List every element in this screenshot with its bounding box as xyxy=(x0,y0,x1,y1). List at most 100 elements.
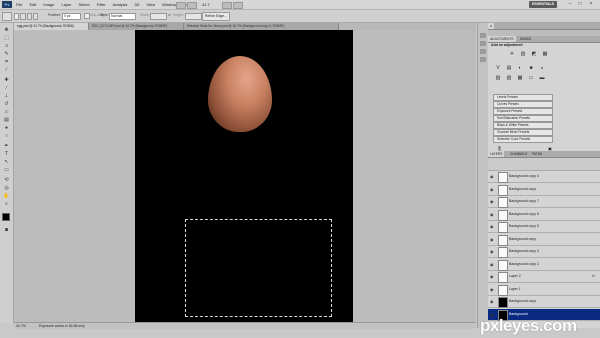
marquee-tool-icon[interactable]: ⬚ xyxy=(3,35,10,41)
workspace-switcher[interactable]: ESSENTIALS xyxy=(529,1,557,8)
visibility-eye-icon[interactable]: ◉ xyxy=(490,199,495,204)
adjustment-row3-1-icon[interactable]: ▧ xyxy=(505,75,513,82)
lasso-tool-icon[interactable]: ↄ xyxy=(3,43,10,49)
hand-tool-icon[interactable]: ✋ xyxy=(3,193,10,199)
adjustment-row3-3-icon[interactable]: ▭ xyxy=(527,75,535,82)
screen-mode-icon[interactable] xyxy=(233,2,243,9)
swap-icon[interactable]: ⇄ xyxy=(168,13,171,17)
new-selection-icon[interactable] xyxy=(14,13,20,20)
brush-tool-icon[interactable]: ∕ xyxy=(3,85,10,91)
minimize-icon[interactable]: – xyxy=(566,1,574,8)
menu-item-image[interactable]: Image xyxy=(43,0,54,9)
adjustment-row3-0-icon[interactable]: ▨ xyxy=(494,75,502,82)
preset-item[interactable]: Channel Mixer Presets xyxy=(493,129,553,136)
feather-input[interactable]: 0 px xyxy=(62,13,81,20)
healing-brush-tool-icon[interactable]: ✚ xyxy=(3,77,10,83)
history-panel-icon[interactable] xyxy=(480,33,486,38)
layer-row[interactable]: ◉ Background copy xyxy=(488,233,600,246)
3d-rotate-tool-icon[interactable]: ⟲ xyxy=(3,177,10,183)
pen-tool-icon[interactable]: ✒ xyxy=(3,143,10,149)
adjustment-row1-3-icon[interactable]: ▦ xyxy=(541,51,549,58)
restore-icon[interactable]: □ xyxy=(576,1,584,8)
tab-adjustments[interactable]: ADJUSTMENTS xyxy=(488,36,516,42)
adjustment-row3-2-icon[interactable]: ▩ xyxy=(516,75,524,82)
visibility-eye-icon[interactable]: ◉ xyxy=(490,187,495,192)
visibility-eye-icon[interactable]: ◉ xyxy=(490,212,495,217)
menu-item-file[interactable]: File xyxy=(16,0,22,9)
preset-item[interactable]: Exposure Presets xyxy=(493,108,553,115)
menu-item-window[interactable]: Window xyxy=(162,0,176,9)
tab-layers[interactable]: LAYERS xyxy=(488,151,505,157)
height-input[interactable] xyxy=(185,13,202,20)
layer-row[interactable]: ◉ Background copy 2 xyxy=(488,258,600,271)
menu-item-edit[interactable]: Edit xyxy=(29,0,36,9)
refine-edge-button[interactable]: Refine Edge... xyxy=(202,12,230,21)
layer-row[interactable]: ◉ Background copy 4 xyxy=(488,171,600,183)
tab-channels[interactable]: CHANNELS xyxy=(508,151,529,157)
layer-row[interactable]: ◉ Background copy 7 xyxy=(488,196,600,208)
3d-camera-tool-icon[interactable]: ◎ xyxy=(3,185,10,191)
visibility-eye-icon[interactable]: ◉ xyxy=(490,237,495,242)
rectangular-marquee-icon[interactable] xyxy=(2,12,12,21)
adjustment-row1-1-icon[interactable]: ▥ xyxy=(519,51,527,58)
layer-row[interactable]: ◉ Layer 1 xyxy=(488,283,600,296)
tab-effective-stars[interactable]: Effective Stars for Jeans.psd @ 16.7% (B… xyxy=(184,23,339,30)
zoom-field[interactable]: 41.7% xyxy=(16,323,26,329)
subtract-selection-icon[interactable] xyxy=(26,13,32,20)
marquee-selection[interactable] xyxy=(185,219,332,317)
history-brush-tool-icon[interactable]: ↺ xyxy=(3,101,10,107)
preset-item[interactable]: Black & White Presets xyxy=(493,122,553,129)
menu-item-3d[interactable]: 3D xyxy=(134,0,139,9)
adjustment-row2-3-icon[interactable]: ■ xyxy=(527,65,535,72)
adjustment-row1-0-icon[interactable]: ☀ xyxy=(508,51,516,58)
clone-stamp-tool-icon[interactable]: ⊥ xyxy=(3,93,10,99)
character-panel-icon[interactable] xyxy=(480,57,486,62)
adjustment-row3-4-icon[interactable]: ▬ xyxy=(538,75,546,82)
adjustment-row1-2-icon[interactable]: ◩ xyxy=(530,51,538,58)
layer-row[interactable]: ◉ Background copy 5 xyxy=(488,221,600,233)
tab-color[interactable]: ▪▪ xyxy=(488,23,495,29)
quick-mask-icon[interactable]: ◙ xyxy=(3,227,10,233)
visibility-eye-icon[interactable]: ◉ xyxy=(490,274,495,279)
add-selection-icon[interactable] xyxy=(20,13,26,20)
launch-bridge-icon[interactable] xyxy=(176,2,186,9)
layer-row[interactable]: ◉ Background copy 3 xyxy=(488,246,600,258)
menu-item-view[interactable]: View xyxy=(147,0,156,9)
visibility-eye-icon[interactable]: ◉ xyxy=(490,249,495,254)
eyedropper-tool-icon[interactable]: ⁄ xyxy=(3,67,10,73)
adjustment-row2-2-icon[interactable]: ◐ xyxy=(516,65,524,72)
intersect-selection-icon[interactable] xyxy=(32,13,38,20)
quick-select-tool-icon[interactable]: ✎ xyxy=(3,51,10,57)
type-tool-icon[interactable]: T xyxy=(3,151,10,157)
foreground-color-swatch[interactable] xyxy=(2,213,10,221)
layer-row[interactable]: ◉ Background copy xyxy=(488,183,600,196)
arrange-documents-icon[interactable] xyxy=(222,2,232,9)
layer-row[interactable]: ◉ Background copy xyxy=(488,296,600,308)
adjustment-row2-4-icon[interactable]: ◒ xyxy=(538,65,546,72)
brush-panel-icon[interactable] xyxy=(480,49,486,54)
layer-effects-icon[interactable]: fx xyxy=(592,271,595,282)
blur-tool-icon[interactable]: ● xyxy=(3,125,10,131)
preset-item[interactable]: Selective Color Presets xyxy=(493,136,553,143)
width-input[interactable] xyxy=(150,13,167,20)
crop-tool-icon[interactable]: ⌗ xyxy=(3,59,10,65)
menu-item-select[interactable]: Select xyxy=(79,0,90,9)
zoom-tool-icon[interactable]: ⌕ xyxy=(3,201,10,207)
shape-tool-icon[interactable]: ▭ xyxy=(3,167,10,173)
close-icon[interactable]: × xyxy=(587,1,595,8)
menu-item-filter[interactable]: Filter xyxy=(97,0,106,9)
menu-item-analysis[interactable]: Analysis xyxy=(113,0,128,9)
visibility-eye-icon[interactable]: ◉ xyxy=(490,224,495,229)
move-tool-icon[interactable]: ✥ xyxy=(3,27,10,33)
tab-paths[interactable]: PATHS xyxy=(530,151,544,157)
style-select[interactable]: Normal xyxy=(109,13,136,20)
visibility-eye-icon[interactable]: ◉ xyxy=(490,287,495,292)
preset-item[interactable]: Hue/Saturation Presets xyxy=(493,115,553,122)
preset-item[interactable]: Curves Presets xyxy=(493,101,553,108)
visibility-eye-icon[interactable]: ◉ xyxy=(490,299,495,304)
tab-egg[interactable]: egg.psd @ 41.7% (Background, RGB/8) xyxy=(14,23,89,30)
layer-row[interactable]: ◉ Layer 2 fx xyxy=(488,271,600,283)
path-selection-tool-icon[interactable]: ↖ xyxy=(3,159,10,165)
layer-row[interactable]: ◉ Background copy 6 xyxy=(488,208,600,221)
tab-dsc[interactable]: DSC_5174.NEF.psd @ 16.7% (Background, RG… xyxy=(89,23,184,30)
